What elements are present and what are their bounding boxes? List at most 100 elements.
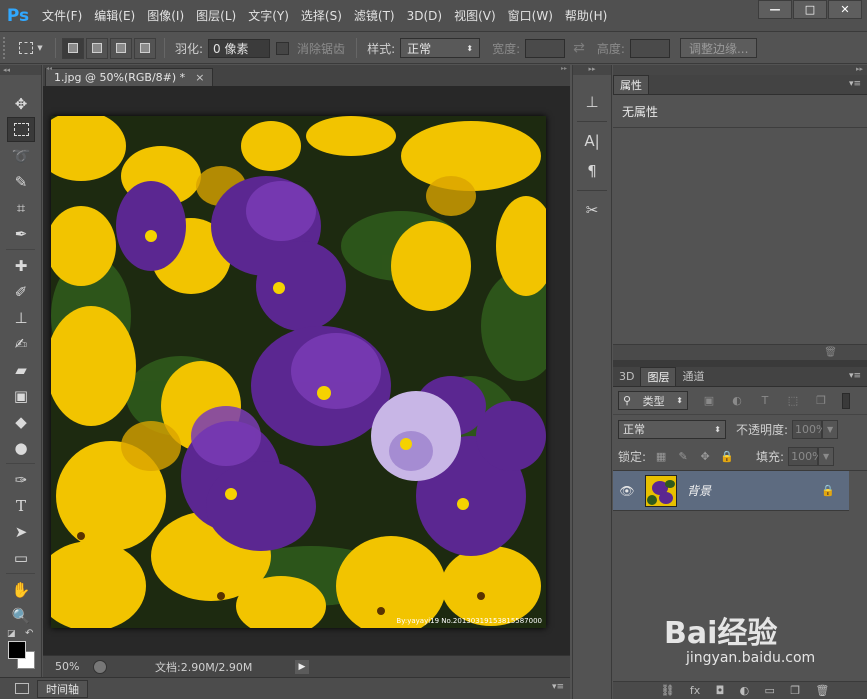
quick-select-tool-icon[interactable]: ✎ [7,169,35,194]
mask-icon[interactable]: ◘ [716,684,725,697]
menu-layer[interactable]: 图层(L) [190,0,242,32]
dock-header[interactable]: ▸▸ [573,65,611,75]
paragraph-panel-icon[interactable]: ¶ [578,158,606,184]
tab-close-icon[interactable]: × [195,71,204,84]
menu-type[interactable]: 文字(Y) [242,0,295,32]
eraser-tool-icon[interactable]: ▰ [7,357,35,382]
swap-dimensions-icon[interactable]: ⇄ [573,40,585,56]
move-tool-icon[interactable]: ✥ [7,91,35,116]
pixel-filter-icon[interactable]: ▣ [702,394,716,407]
trash-icon[interactable]: 🗑 [824,347,837,358]
zoom-level[interactable]: 50% [43,660,93,673]
zoom-tool-icon[interactable]: 🔍 [7,603,35,628]
new-layer-icon[interactable]: ❐ [790,684,800,697]
tools-panel-header[interactable]: ◂◂ [0,65,41,75]
menu-window[interactable]: 窗口(W) [502,0,559,32]
trash-icon[interactable]: 🗑 [815,684,829,697]
brush-tool-icon[interactable]: ✐ [7,279,35,304]
tab-properties[interactable]: 属性 [613,75,649,94]
blur-tool-icon[interactable]: ◆ [7,409,35,434]
chevron-down-icon[interactable]: ▼ [818,447,835,466]
new-selection-button[interactable] [62,37,84,59]
menu-help[interactable]: 帮助(H) [559,0,613,32]
lock-pixels-icon[interactable]: ✎ [676,450,690,463]
crop-tool-icon[interactable]: ⌗ [7,195,35,220]
lock-position-icon[interactable]: ✥ [698,450,712,463]
layer-row[interactable]: 👁 背景 🔒 [613,471,849,511]
tool-preset-picker[interactable]: ▼ [13,37,49,59]
subtract-selection-button[interactable] [110,37,132,59]
gradient-tool-icon[interactable]: ▣ [7,383,35,408]
document-tab[interactable]: 1.jpg @ 50%(RGB/8#) * × [45,68,214,86]
filter-toggle[interactable] [842,392,850,409]
panel-menu-icon[interactable]: ▾≡ [849,371,861,381]
menu-view[interactable]: 视图(V) [448,0,502,32]
panel-menu-icon[interactable]: ▾≡ [849,79,861,89]
status-info-icon[interactable] [93,659,107,674]
add-selection-button[interactable] [86,37,108,59]
adjustment-filter-icon[interactable]: ◐ [730,394,744,407]
menu-edit[interactable]: 编辑(E) [88,0,141,32]
eyedropper-tool-icon[interactable]: ✒ [7,221,35,246]
default-colors-icon[interactable]: ◪ [7,629,16,639]
style-select[interactable]: 正常 ⬍ [400,38,481,58]
collapse-arrows-icon[interactable]: ◂◂ [3,66,10,74]
filter-kind-select[interactable]: ⚲ 类型 ⬍ [618,391,688,410]
width-input[interactable] [525,38,566,58]
panel-menu-icon[interactable]: ▾≡ [552,682,564,692]
type-tool-icon[interactable]: T [7,493,35,518]
lasso-tool-icon[interactable]: ➰ [7,143,35,168]
rectangle-tool-icon[interactable]: ▭ [7,545,35,570]
fill-input[interactable]: 100% [788,447,823,466]
menu-select[interactable]: 选择(S) [295,0,348,32]
menu-image[interactable]: 图像(I) [141,0,190,32]
timeline-tab[interactable]: 时间轴 [37,679,88,698]
path-select-tool-icon[interactable]: ➤ [7,519,35,544]
lock-all-icon[interactable]: 🔒 [720,450,734,463]
hand-tool-icon[interactable]: ✋ [7,577,35,602]
menu-file[interactable]: 文件(F) [36,0,88,32]
pen-tool-icon[interactable]: ✑ [7,467,35,492]
height-input[interactable] [629,38,670,58]
panel-header[interactable]: ▸▸ [613,65,867,75]
close-button[interactable]: ✕ [828,0,862,19]
fx-icon[interactable]: fx [690,684,700,697]
shape-filter-icon[interactable]: ⬚ [786,394,800,407]
intersect-selection-button[interactable] [134,37,156,59]
link-icon[interactable]: ⛓ [661,684,675,697]
maximize-button[interactable]: □ [793,0,827,19]
collapse-right-icon[interactable]: ▸▸ [561,65,567,72]
tool-presets-icon[interactable]: ✂ [578,197,606,223]
adjustment-icon[interactable]: ◐ [740,684,750,697]
antialias-checkbox[interactable] [276,41,290,55]
character-panel-icon[interactable]: A| [578,128,606,154]
opacity-input[interactable]: 100% [792,419,827,439]
menu-filter[interactable]: 滤镜(T) [348,0,401,32]
layer-name[interactable]: 背景 [687,482,711,499]
status-menu-arrow-icon[interactable]: ▶ [295,659,309,674]
rect-marquee-tool-icon[interactable] [7,117,35,142]
collapse-arrows-icon[interactable]: ▸▸ [856,65,863,73]
blend-mode-select[interactable]: 正常 ⬍ [618,419,726,439]
tab-channels[interactable]: 通道 [676,367,710,386]
feather-input[interactable] [208,38,271,58]
lock-transparent-icon[interactable]: ▦ [654,450,668,463]
history-panel-icon[interactable]: ⊥ [578,89,606,115]
swap-colors-icon[interactable]: ↶ [25,628,33,639]
tab-3d[interactable]: 3D [613,367,640,386]
visibility-eye-icon[interactable]: 👁 [613,484,641,498]
tabstrip-grip[interactable]: ◂◂ ▸▸ [43,65,570,72]
type-filter-icon[interactable]: T [758,394,772,407]
refine-edge-button[interactable]: 调整边缘... [679,38,758,58]
image-canvas[interactable]: By:yayayi19 No.20130319153815587000 [51,116,546,628]
collapse-arrows-icon[interactable]: ▸▸ [588,65,595,73]
menu-3d[interactable]: 3D(D) [401,0,448,32]
smart-object-filter-icon[interactable]: ❐ [814,394,828,407]
clone-stamp-tool-icon[interactable]: ⊥ [7,305,35,330]
healing-brush-tool-icon[interactable]: ✚ [7,253,35,278]
group-icon[interactable]: ▭ [765,684,775,697]
options-grip[interactable] [3,37,13,59]
dodge-tool-icon[interactable]: ● [7,435,35,460]
timeline-icon[interactable] [15,683,29,694]
collapse-left-icon[interactable]: ◂◂ [46,65,52,72]
